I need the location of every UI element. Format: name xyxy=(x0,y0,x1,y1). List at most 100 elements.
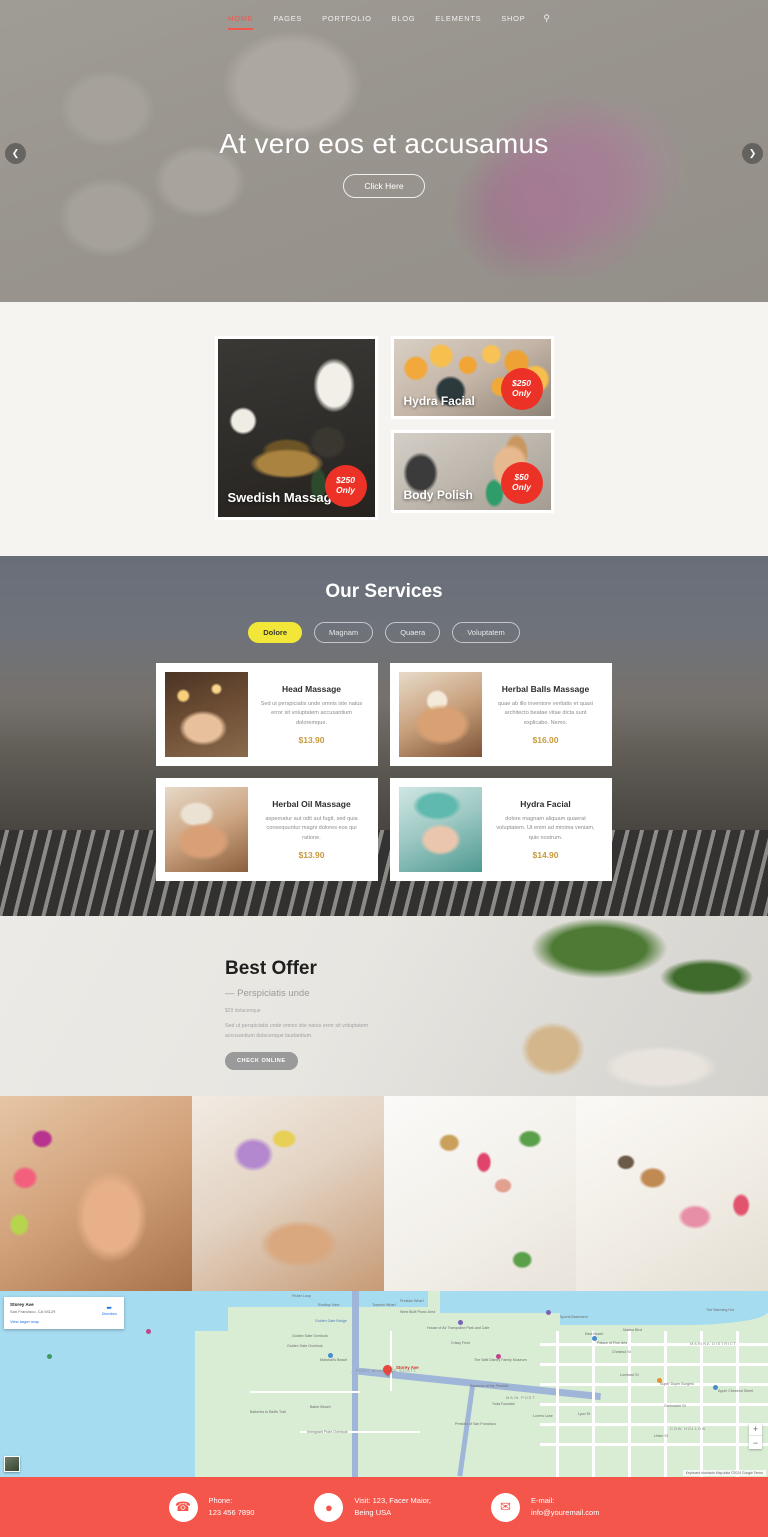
promo-image-hydra-facial: Hydra Facial $250 Only xyxy=(393,339,551,416)
street-view-thumbnail[interactable] xyxy=(4,1456,20,1472)
service-card[interactable]: Herbal Oil Massage aspernatur aut odit a… xyxy=(156,778,378,881)
services-grid: Head Massage Sed ut perspiciatis unde om… xyxy=(0,663,768,881)
map-poi xyxy=(47,1354,52,1359)
map-label: COW HOLLOW xyxy=(670,1426,707,1431)
filter-tab-dolore[interactable]: Dolore xyxy=(248,622,302,643)
price-badge: $250 Only xyxy=(500,368,543,410)
footer-contact-address: ● Visit: 123, Facer Maior, Being USA xyxy=(314,1492,431,1522)
view-larger-map-link[interactable]: View larger map xyxy=(10,1319,118,1324)
map-label: Golden Gate Bridge xyxy=(315,1319,347,1323)
map-label: Rooftop View xyxy=(318,1303,340,1307)
map-attribution: Keyboard shortcuts Map data ©2024 Google… xyxy=(682,1470,766,1476)
map-street xyxy=(556,1331,559,1477)
map-label: Marshall's Beach xyxy=(320,1358,348,1362)
service-title: Herbal Oil Massage xyxy=(272,799,351,810)
hero-content: At vero eos et accusamus Click Here xyxy=(0,128,768,198)
hero-cta-button[interactable]: Click Here xyxy=(343,174,425,198)
map-label: Marina Blvd xyxy=(623,1328,642,1332)
map-street xyxy=(540,1363,768,1366)
map-directions-button[interactable]: ➨ Directions xyxy=(102,1304,117,1316)
location-map[interactable]: Storey Ave Storey Ave San Francisco, CA … xyxy=(0,1291,768,1477)
map-label: Batteries to Bluffs Trail xyxy=(250,1410,286,1414)
map-zoom-in-button[interactable]: + xyxy=(749,1423,762,1436)
check-online-button[interactable]: CHECK ONLINE xyxy=(225,1052,298,1071)
nav-item-portfolio[interactable]: PORTFOLIO xyxy=(312,14,382,23)
directions-label: Directions xyxy=(101,1312,117,1316)
footer-contact-phone: ☎ Phone: 123 456 7890 xyxy=(168,1492,255,1522)
nav-item-pages[interactable]: PAGES xyxy=(263,14,312,23)
map-label: Yoda Fountain xyxy=(492,1402,516,1406)
hero-title: At vero eos et accusamus xyxy=(219,128,549,159)
hero-carousel: HOME PAGES PORTFOLIO BLOG ELEMENTS SHOP … xyxy=(0,0,768,302)
price-badge: $50 Only xyxy=(500,462,543,504)
map-label: Golden Gate Overlook xyxy=(287,1344,323,1348)
search-icon[interactable]: ⚲ xyxy=(535,13,550,24)
filter-tab-voluptatem[interactable]: Voluptatem xyxy=(452,622,520,643)
map-label: Apple Chestnut Street xyxy=(718,1389,754,1393)
service-title: Hydra Facial xyxy=(520,799,571,810)
service-thumbnail xyxy=(165,672,248,757)
map-poi xyxy=(458,1320,463,1325)
gallery-image-oil-massage[interactable] xyxy=(192,1096,384,1291)
service-card[interactable]: Head Massage Sed ut perspiciatis unde om… xyxy=(156,663,378,766)
footer-address-line1: Visit: 123, Facer Maior, xyxy=(354,1496,431,1505)
map-poi xyxy=(146,1329,151,1334)
promo-image-swedish-massage: Swedish Massage $250 Only xyxy=(217,339,375,517)
map-label: MARINA DISTRICT xyxy=(690,1341,737,1346)
filter-tab-magnam[interactable]: Magnam xyxy=(314,622,374,643)
service-title: Herbal Balls Massage xyxy=(501,684,590,695)
envelope-icon: ✉ xyxy=(490,1492,520,1522)
nav-item-blog[interactable]: BLOG xyxy=(382,14,426,23)
map-label: Sessions at the Presidio xyxy=(470,1384,509,1388)
map-label: Golden Gate Overlook xyxy=(292,1334,328,1338)
service-thumbnail xyxy=(165,787,248,872)
promo-label: Swedish Massage xyxy=(227,490,339,505)
promo-label: Hydra Facial xyxy=(403,394,475,408)
promo-card-body-polish[interactable]: Body Polish $50 Only xyxy=(390,430,554,513)
gallery-image-foot-spa-flowers[interactable] xyxy=(0,1096,192,1291)
service-card[interactable]: Hydra Facial dolore magnam aliquam quaer… xyxy=(390,778,612,881)
map-label: The Warming Hut xyxy=(706,1308,735,1312)
map-label: Greenwich St xyxy=(664,1404,686,1408)
footer-contact-email: ✉ E-mail: info@youremail.com xyxy=(490,1492,599,1522)
map-label: Palace of Fine Arts xyxy=(597,1341,628,1345)
map-street xyxy=(592,1331,595,1477)
map-landmass xyxy=(195,1331,275,1477)
promo-card-hydra-facial[interactable]: Hydra Facial $250 Only xyxy=(390,336,554,419)
carousel-next-button[interactable]: ❯ xyxy=(742,143,763,164)
service-price: $13.90 xyxy=(298,734,325,745)
service-price: $14.90 xyxy=(532,849,559,860)
services-filter-tabs: Dolore Magnam Quaera Voluptatem xyxy=(0,622,768,643)
promo-card-swedish-massage[interactable]: Swedish Massage $250 Only xyxy=(214,336,378,520)
footer-phone-value[interactable]: 123 456 7890 xyxy=(209,1507,255,1519)
nav-item-elements[interactable]: ELEMENTS xyxy=(425,14,491,23)
map-zoom-controls: + − xyxy=(749,1423,762,1449)
service-thumbnail xyxy=(399,672,482,757)
best-offer-section: Best Offer — Perspiciatis unde $29 dolac… xyxy=(0,916,768,1096)
nav-item-home[interactable]: HOME xyxy=(218,14,263,30)
footer-email-value[interactable]: info@youremail.com xyxy=(531,1507,599,1519)
service-price: $13.90 xyxy=(298,849,325,860)
price-badge-suffix: Only xyxy=(512,388,531,398)
map-label: Baker Beach xyxy=(310,1405,331,1409)
gallery-image-spa-brush-flatlay[interactable] xyxy=(384,1096,576,1291)
gallery-image-mortar-stones-flatlay[interactable] xyxy=(576,1096,768,1291)
map-label: Immigrant Point Overlook xyxy=(307,1430,348,1434)
best-offer-subtitle: — Perspiciatis unde xyxy=(225,988,310,999)
map-street xyxy=(736,1331,739,1477)
carousel-prev-button[interactable]: ❮ xyxy=(5,143,26,164)
map-info-card[interactable]: Storey Ave San Francisco, CA 94129 View … xyxy=(4,1297,124,1329)
filter-tab-quaera[interactable]: Quaera xyxy=(385,622,441,643)
phone-icon: ☎ xyxy=(168,1492,198,1522)
map-street xyxy=(390,1331,392,1391)
map-label: Sports Basement xyxy=(560,1315,588,1319)
nav-item-shop[interactable]: SHOP xyxy=(491,14,535,23)
map-zoom-out-button[interactable]: − xyxy=(749,1436,762,1449)
map-street xyxy=(700,1331,703,1477)
promo-image-body-polish: Body Polish $50 Only xyxy=(393,433,551,510)
service-card[interactable]: Herbal Balls Massage quae ab illo invent… xyxy=(390,663,612,766)
best-offer-title: Best Offer xyxy=(225,958,317,979)
best-offer-price: $29 dolacenque xyxy=(225,1008,261,1014)
footer-phone-label: Phone: xyxy=(208,1496,233,1505)
map-highway xyxy=(352,1291,359,1373)
